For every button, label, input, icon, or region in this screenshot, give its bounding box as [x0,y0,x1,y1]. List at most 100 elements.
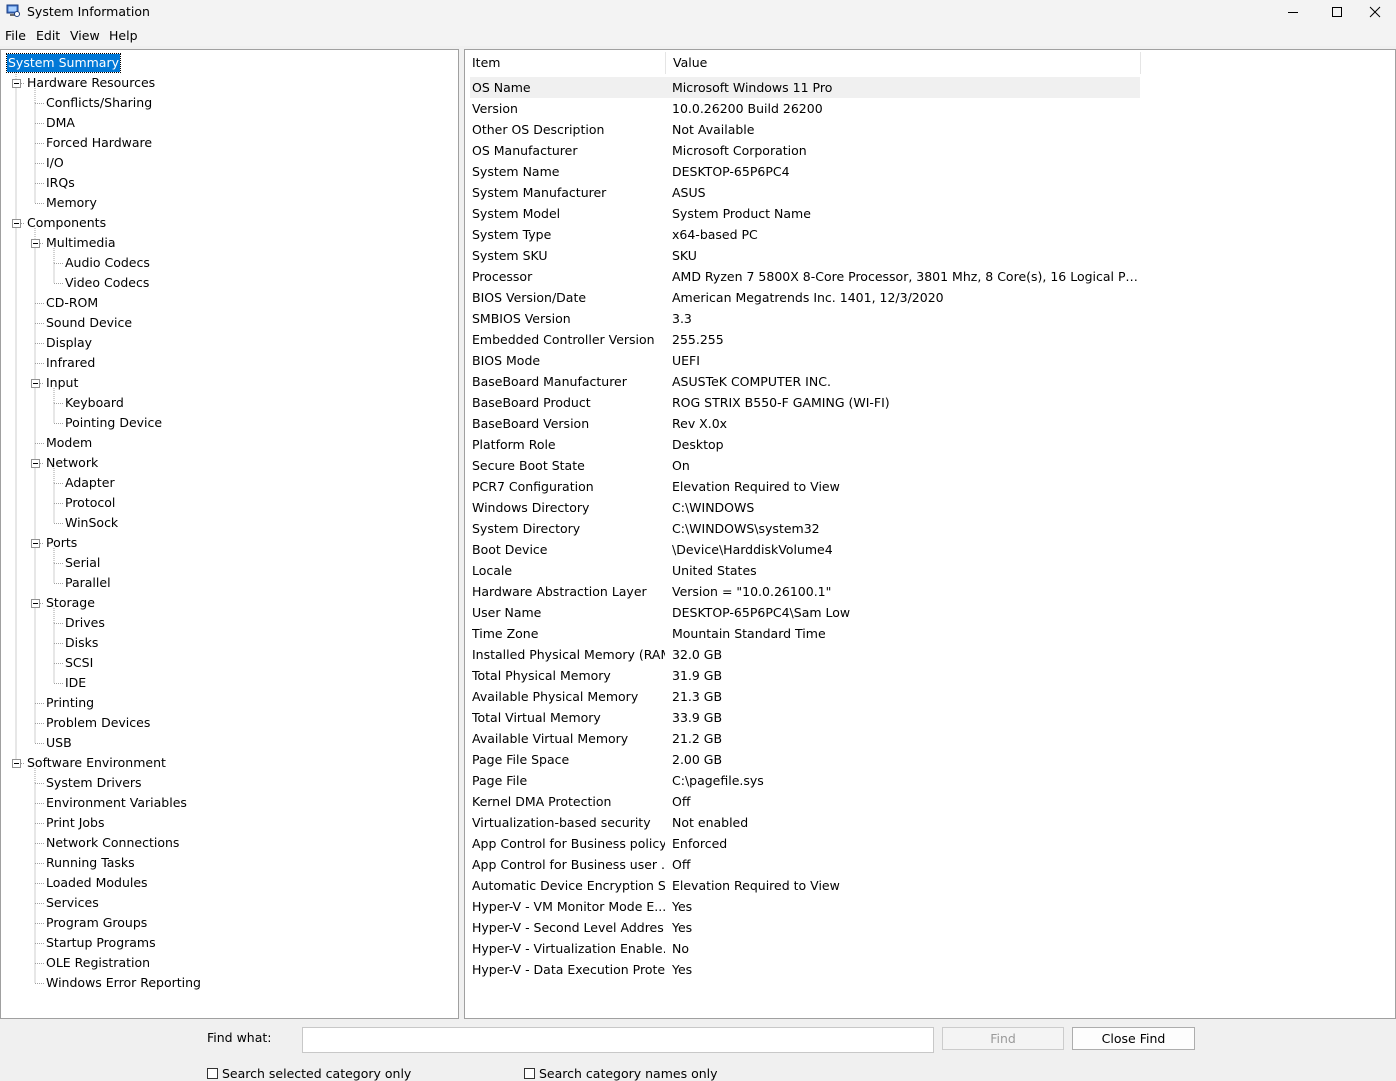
tree-node-input[interactable]: Input [46,374,78,392]
tree-node-i-o[interactable]: I/O [46,154,64,172]
column-divider[interactable] [1140,52,1141,74]
category-tree[interactable]: System Summary Hardware Resources Conflict… [0,49,459,1019]
collapse-toggle-icon[interactable] [12,79,21,88]
tree-node-cd-rom[interactable]: CD-ROM [46,294,98,312]
tree-node-ole-registration[interactable]: OLE Registration [46,954,150,972]
tree-node-system-summary[interactable]: System Summary [6,53,121,73]
tree-node-usb[interactable]: USB [46,734,72,752]
tree-node-services[interactable]: Services [46,894,99,912]
tree-node-network-connections[interactable]: Network Connections [46,834,179,852]
table-row[interactable]: Virtualization-based security Not enabled [470,812,1140,833]
tree-node-irqs[interactable]: IRQs [46,174,75,192]
table-row[interactable]: Embedded Controller Version 255.255 [470,329,1140,350]
table-row[interactable]: BIOS Version/Date American Megatrends Inc… [470,287,1140,308]
tree-node-problem-devices[interactable]: Problem Devices [46,714,150,732]
tree-node-audio-codecs[interactable]: Audio Codecs [65,254,150,272]
details-list[interactable]: Item Value OS Name Microsoft Windows 11 P… [464,49,1396,1019]
minimize-button[interactable] [1270,0,1316,24]
tree-node-ide[interactable]: IDE [65,674,86,692]
tree-node-keyboard[interactable]: Keyboard [65,394,124,412]
tree-node-multimedia[interactable]: Multimedia [46,234,116,252]
table-row[interactable]: Hardware Abstraction Layer Version = "10.… [470,581,1140,602]
tree-node-print-jobs[interactable]: Print Jobs [46,814,105,832]
table-row[interactable]: BaseBoard Version Rev X.0x [470,413,1140,434]
table-row[interactable]: PCR7 Configuration Elevation Required to … [470,476,1140,497]
tree-node-modem[interactable]: Modem [46,434,92,452]
table-row[interactable]: Kernel DMA Protection Off [470,791,1140,812]
search-selected-category-checkbox[interactable]: Search selected category only [207,1066,411,1081]
menu-help[interactable]: Help [109,28,138,43]
tree-node-parallel[interactable]: Parallel [65,574,111,592]
close-window-button[interactable] [1352,0,1396,24]
collapse-toggle-icon[interactable] [12,219,21,228]
tree-node-printing[interactable]: Printing [46,694,94,712]
menu-view[interactable]: View [70,28,100,43]
tree-node-software-environment[interactable]: Software Environment [27,754,166,772]
collapse-toggle-icon[interactable] [31,379,40,388]
table-row[interactable]: SMBIOS Version 3.3 [470,308,1140,329]
tree-node-loaded-modules[interactable]: Loaded Modules [46,874,148,892]
column-header-value[interactable]: Value [666,50,1140,76]
table-row[interactable]: Hyper-V - VM Monitor Mode E... Yes [470,896,1140,917]
find-what-input[interactable] [302,1027,934,1053]
table-row[interactable]: Processor AMD Ryzen 7 5800X 8-Core Proces… [470,266,1140,287]
table-row[interactable]: Automatic Device Encryption Su... Elevati… [470,875,1140,896]
collapse-toggle-icon[interactable] [31,599,40,608]
tree-node-startup-programs[interactable]: Startup Programs [46,934,156,952]
table-row[interactable]: Time Zone Mountain Standard Time [470,623,1140,644]
table-row[interactable]: OS Name Microsoft Windows 11 Pro [470,77,1140,98]
find-button[interactable]: Find [942,1027,1064,1050]
collapse-toggle-icon[interactable] [31,539,40,548]
table-row[interactable]: BaseBoard Product ROG STRIX B550-F GAMING… [470,392,1140,413]
tree-node-program-groups[interactable]: Program Groups [46,914,147,932]
table-row[interactable]: Boot Device \Device\HarddiskVolume4 [470,539,1140,560]
tree-node-drives[interactable]: Drives [65,614,105,632]
tree-node-video-codecs[interactable]: Video Codecs [65,274,149,292]
tree-node-scsi[interactable]: SCSI [65,654,93,672]
table-row[interactable]: BaseBoard Manufacturer ASUSTeK COMPUTER I… [470,371,1140,392]
table-row[interactable]: BIOS Mode UEFI [470,350,1140,371]
tree-node-disks[interactable]: Disks [65,634,98,652]
tree-node-components[interactable]: Components [27,214,106,232]
table-row[interactable]: Other OS Description Not Available [470,119,1140,140]
tree-node-environment-variables[interactable]: Environment Variables [46,794,187,812]
table-row[interactable]: Windows Directory C:\WINDOWS [470,497,1140,518]
table-row[interactable]: Hyper-V - Data Execution Prote... Yes [470,959,1140,980]
tree-node-storage[interactable]: Storage [46,594,95,612]
table-row[interactable]: User Name DESKTOP-65P6PC4\Sam Low [470,602,1140,623]
table-row[interactable]: App Control for Business user ... Off [470,854,1140,875]
table-row[interactable]: Platform Role Desktop [470,434,1140,455]
tree-node-forced-hardware[interactable]: Forced Hardware [46,134,152,152]
table-row[interactable]: Locale United States [470,560,1140,581]
tree-node-sound-device[interactable]: Sound Device [46,314,132,332]
column-header-item[interactable]: Item [465,50,665,76]
menu-edit[interactable]: Edit [36,28,60,43]
collapse-toggle-icon[interactable] [31,459,40,468]
table-row[interactable]: System Name DESKTOP-65P6PC4 [470,161,1140,182]
tree-node-windows-error-reporting[interactable]: Windows Error Reporting [46,974,201,992]
table-row[interactable]: OS Manufacturer Microsoft Corporation [470,140,1140,161]
table-row[interactable]: System Directory C:\WINDOWS\system32 [470,518,1140,539]
tree-node-protocol[interactable]: Protocol [65,494,115,512]
tree-node-display[interactable]: Display [46,334,92,352]
menu-file[interactable]: File [5,28,26,43]
search-category-names-checkbox[interactable]: Search category names only [524,1066,718,1081]
tree-node-running-tasks[interactable]: Running Tasks [46,854,135,872]
tree-node-infrared[interactable]: Infrared [46,354,95,372]
tree-node-ports[interactable]: Ports [46,534,77,552]
table-row[interactable]: System Manufacturer ASUS [470,182,1140,203]
tree-node-hardware-resources[interactable]: Hardware Resources [27,74,155,92]
table-row[interactable]: Total Physical Memory 31.9 GB [470,665,1140,686]
table-row[interactable]: Page File Space 2.00 GB [470,749,1140,770]
table-row[interactable]: Installed Physical Memory (RAM) 32.0 GB [470,644,1140,665]
table-row[interactable]: Hyper-V - Virtualization Enable... No [470,938,1140,959]
table-row[interactable]: Version 10.0.26200 Build 26200 [470,98,1140,119]
close-find-button[interactable]: Close Find [1072,1027,1195,1050]
collapse-toggle-icon[interactable] [12,759,21,768]
table-row[interactable]: Total Virtual Memory 33.9 GB [470,707,1140,728]
tree-node-adapter[interactable]: Adapter [65,474,115,492]
table-row[interactable]: Available Virtual Memory 21.2 GB [470,728,1140,749]
tree-node-memory[interactable]: Memory [46,194,97,212]
collapse-toggle-icon[interactable] [31,239,40,248]
table-row[interactable]: System SKU SKU [470,245,1140,266]
